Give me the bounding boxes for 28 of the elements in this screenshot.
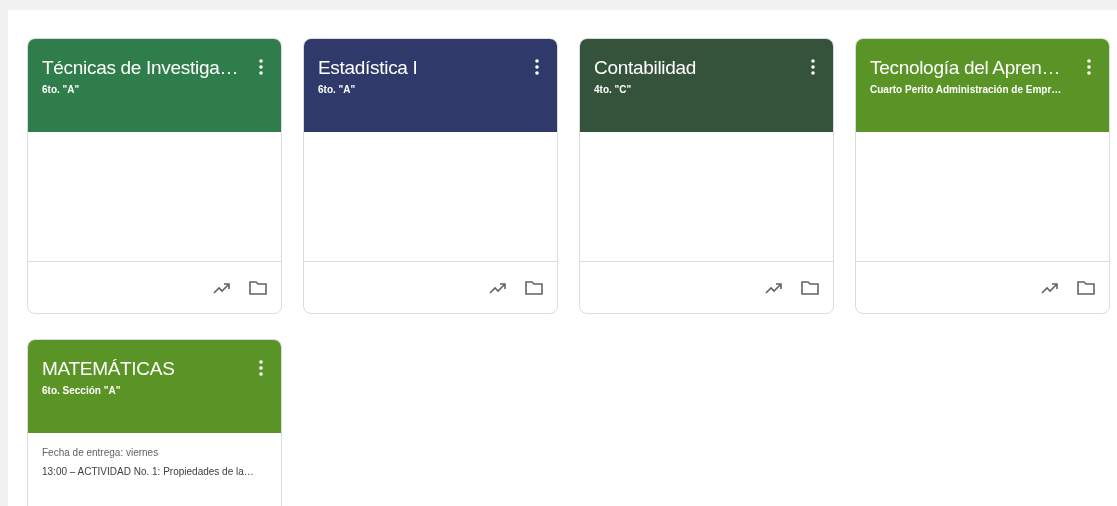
course-title[interactable]: Contabilidad (594, 55, 697, 81)
trending-icon[interactable] (489, 281, 507, 294)
course-section: 6to. "A" (42, 83, 267, 97)
more-icon[interactable] (259, 59, 263, 75)
course-card[interactable]: Técnicas de Investiga… 6to. "A" (27, 38, 282, 314)
course-section: 6to. Sección "A" (42, 384, 267, 398)
course-section: 6to. "A" (318, 83, 543, 97)
course-card[interactable]: Estadística I 6to. "A" (303, 38, 558, 314)
folder-icon[interactable] (525, 280, 543, 295)
course-section: 4to. "C" (594, 83, 819, 97)
course-title[interactable]: Tecnología del Apren… (870, 55, 1061, 81)
folder-icon[interactable] (801, 280, 819, 295)
course-card[interactable]: MATEMÁTICAS 6to. Sección "A" Fecha de entrega: viernes 13:00 – ACTIVIDAD No. 1: Propiedades de la… (27, 339, 282, 506)
due-date: Fecha de entrega: viernes (42, 446, 160, 460)
trending-icon[interactable] (765, 281, 783, 294)
folder-icon[interactable] (249, 280, 267, 295)
course-title[interactable]: Estadística I (318, 55, 418, 81)
trending-icon[interactable] (1041, 281, 1059, 294)
more-icon[interactable] (811, 59, 815, 75)
trending-icon[interactable] (213, 281, 231, 294)
folder-icon[interactable] (1077, 280, 1095, 295)
course-section: Cuarto Perito Administración de Empr… (870, 83, 1095, 97)
more-icon[interactable] (535, 59, 539, 75)
course-title[interactable]: MATEMÁTICAS (42, 356, 175, 382)
assignment-link[interactable]: 13:00 – ACTIVIDAD No. 1: Propiedades de la… (42, 464, 267, 479)
course-title[interactable]: Técnicas de Investiga… (42, 55, 239, 81)
course-card[interactable]: Contabilidad 4to. "C" (579, 38, 834, 314)
course-card[interactable]: Tecnología del Apren… Cuarto Perito Administración de Empr… (855, 38, 1110, 314)
